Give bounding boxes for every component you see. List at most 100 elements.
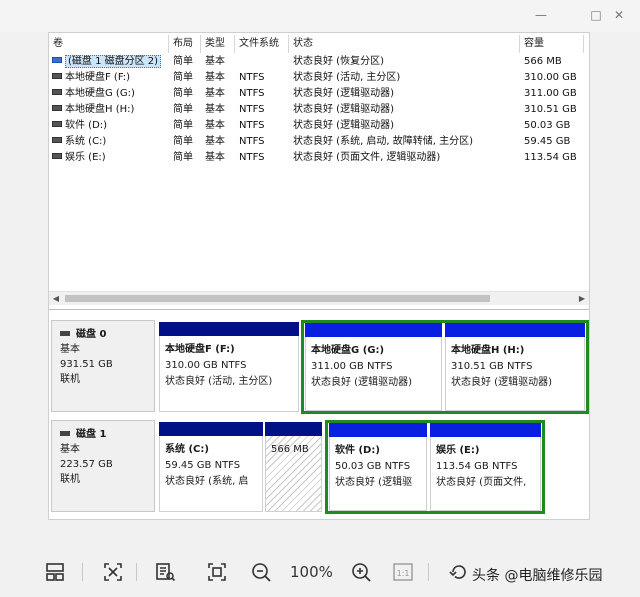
partition-bar <box>159 322 299 336</box>
column-header-type[interactable]: 类型 <box>201 35 235 53</box>
layout-cell: 简单 <box>173 104 193 115</box>
close-icon[interactable]: ✕ <box>608 6 630 24</box>
volume-name: 本地硬盘H (H:) <box>65 104 135 115</box>
partition-g[interactable]: 本地硬盘G (G:) 311.00 GB NTFS 状态良好 (逻辑驱动器) <box>305 323 442 411</box>
table-row[interactable]: 本地硬盘G (G:) 简单 基本 NTFS 状态良好 (逻辑驱动器) 311.0… <box>49 86 589 102</box>
drive-icon <box>52 153 62 159</box>
capacity-cell: 59.45 GB <box>524 136 571 147</box>
scroll-left-icon[interactable]: ◀ <box>49 292 63 305</box>
type-cell: 基本 <box>205 152 225 163</box>
type-cell: 基本 <box>205 56 225 67</box>
partition-bar <box>445 323 585 337</box>
layout-cell: 简单 <box>173 88 193 99</box>
rotate-icon[interactable] <box>446 559 472 585</box>
disk-kind: 基本 <box>60 444 80 455</box>
toolbar-divider <box>136 563 137 581</box>
partition-h[interactable]: 本地硬盘H (H:) 310.51 GB NTFS 状态良好 (逻辑驱动器) <box>445 323 585 411</box>
partition-name: 本地硬盘H (H:) <box>451 345 525 356</box>
volume-name: 本地硬盘F (F:) <box>65 72 131 83</box>
minimize-icon[interactable]: — <box>530 6 552 24</box>
scrollbar-thumb[interactable] <box>65 295 490 302</box>
partition-size: 566 MB <box>271 444 309 455</box>
type-cell: 基本 <box>205 104 225 115</box>
crop-icon[interactable] <box>100 559 126 585</box>
layout-icon[interactable] <box>42 559 68 585</box>
partition-bar <box>329 423 427 437</box>
partition-name: 本地硬盘G (G:) <box>311 345 385 356</box>
scroll-right-icon[interactable]: ▶ <box>575 292 589 305</box>
disk-name: 磁盘 0 <box>76 329 107 340</box>
layout-cell: 简单 <box>173 136 193 147</box>
partition-e[interactable]: 娱乐 (E:) 113.54 GB NTFS 状态良好 (页面文件, <box>430 423 541 511</box>
column-header-layout[interactable]: 布局 <box>169 35 201 53</box>
status-cell: 状态良好 (逻辑驱动器) <box>293 104 394 115</box>
table-row[interactable]: (磁盘 1 磁盘分区 2) 简单 基本 状态良好 (恢复分区) 566 MB <box>49 54 589 70</box>
partition-recovery[interactable]: 566 MB <box>265 422 322 512</box>
volume-list: 卷 布局 类型 文件系统 状态 容量 (磁盘 1 磁盘分区 2) 简单 基本 状… <box>49 33 589 293</box>
volume-list-header: 卷 布局 类型 文件系统 状态 容量 <box>49 35 589 53</box>
type-cell: 基本 <box>205 88 225 99</box>
capacity-cell: 50.03 GB <box>524 120 571 131</box>
zoom-in-icon[interactable] <box>348 559 374 585</box>
partition-size: 311.00 GB NTFS <box>311 361 393 372</box>
partition-bar <box>430 423 541 437</box>
layout-cell: 简单 <box>173 120 193 131</box>
partition-size: 113.54 GB NTFS <box>436 461 518 472</box>
partition-status: 状态良好 (活动, 主分区) <box>165 376 273 387</box>
table-row[interactable]: 本地硬盘F (F:) 简单 基本 NTFS 状态良好 (活动, 主分区) 310… <box>49 70 589 86</box>
filesystem-cell: NTFS <box>239 136 265 147</box>
capacity-cell: 311.00 GB <box>524 88 577 99</box>
table-row[interactable]: 娱乐 (E:) 简单 基本 NTFS 状态良好 (页面文件, 逻辑驱动器) 11… <box>49 150 589 166</box>
disk-management-window: 卷 布局 类型 文件系统 状态 容量 (磁盘 1 磁盘分区 2) 简单 基本 状… <box>48 32 590 520</box>
column-header-volume[interactable]: 卷 <box>49 35 169 53</box>
maximize-icon[interactable]: □ <box>585 6 607 24</box>
disk-0-label[interactable]: 磁盘 0 基本 931.51 GB 联机 <box>51 320 155 412</box>
partition-name: 本地硬盘F (F:) <box>165 344 235 355</box>
table-row[interactable]: 本地硬盘H (H:) 简单 基本 NTFS 状态良好 (逻辑驱动器) 310.5… <box>49 102 589 118</box>
partition-status: 状态良好 (页面文件, <box>436 477 527 488</box>
type-cell: 基本 <box>205 72 225 83</box>
horizontal-scrollbar[interactable]: ◀ ▶ <box>49 291 589 305</box>
filesystem-cell: NTFS <box>239 88 265 99</box>
status-cell: 状态良好 (逻辑驱动器) <box>293 88 394 99</box>
disk-size: 223.57 GB <box>60 459 113 470</box>
disk-1-label[interactable]: 磁盘 1 基本 223.57 GB 联机 <box>51 420 155 512</box>
volume-name: (磁盘 1 磁盘分区 2) <box>65 55 162 68</box>
text-recognition-icon[interactable] <box>152 559 178 585</box>
drive-icon <box>52 73 62 79</box>
capacity-cell: 566 MB <box>524 56 562 67</box>
partition-status: 状态良好 (逻辑驱动器) <box>451 377 552 388</box>
fit-screen-icon[interactable] <box>204 559 230 585</box>
svg-text:1:1: 1:1 <box>397 569 410 578</box>
title-bar: — □ ✕ <box>0 0 640 32</box>
partition-bar <box>265 422 322 436</box>
volume-name: 系统 (C:) <box>65 136 107 147</box>
status-cell: 状态良好 (逻辑驱动器) <box>293 120 394 131</box>
partition-d[interactable]: 软件 (D:) 50.03 GB NTFS 状态良好 (逻辑驱 <box>329 423 427 511</box>
partition-c[interactable]: 系统 (C:) 59.45 GB NTFS 状态良好 (系统, 启 <box>159 422 263 512</box>
drive-icon <box>52 89 62 95</box>
column-header-status[interactable]: 状态 <box>289 35 520 53</box>
disk-state: 联机 <box>60 474 80 485</box>
capacity-cell: 113.54 GB <box>524 152 577 163</box>
table-row[interactable]: 软件 (D:) 简单 基本 NTFS 状态良好 (逻辑驱动器) 50.03 GB <box>49 118 589 134</box>
toolbar-divider <box>82 563 83 581</box>
drive-icon <box>52 121 62 127</box>
column-header-capacity[interactable]: 容量 <box>520 35 584 53</box>
partition-f[interactable]: 本地硬盘F (F:) 310.00 GB NTFS 状态良好 (活动, 主分区) <box>159 322 299 412</box>
toolbar-divider <box>428 563 429 581</box>
actual-size-icon[interactable]: 1:1 <box>390 559 416 585</box>
watermark: 头条 @电脑维修乐园 <box>472 568 603 584</box>
status-cell: 状态良好 (恢复分区) <box>293 56 384 67</box>
partition-status: 状态良好 (逻辑驱 <box>335 477 413 488</box>
partition-name: 系统 (C:) <box>165 444 209 455</box>
zoom-level: 100% <box>290 563 333 581</box>
table-row[interactable]: 系统 (C:) 简单 基本 NTFS 状态良好 (系统, 启动, 故障转储, 主… <box>49 134 589 150</box>
zoom-out-icon[interactable] <box>248 559 274 585</box>
disk-state: 联机 <box>60 374 80 385</box>
capacity-cell: 310.00 GB <box>524 72 577 83</box>
status-cell: 状态良好 (页面文件, 逻辑驱动器) <box>293 152 441 163</box>
partition-size: 310.51 GB NTFS <box>451 361 533 372</box>
column-header-filesystem[interactable]: 文件系统 <box>235 35 289 53</box>
disk-icon <box>60 330 70 336</box>
